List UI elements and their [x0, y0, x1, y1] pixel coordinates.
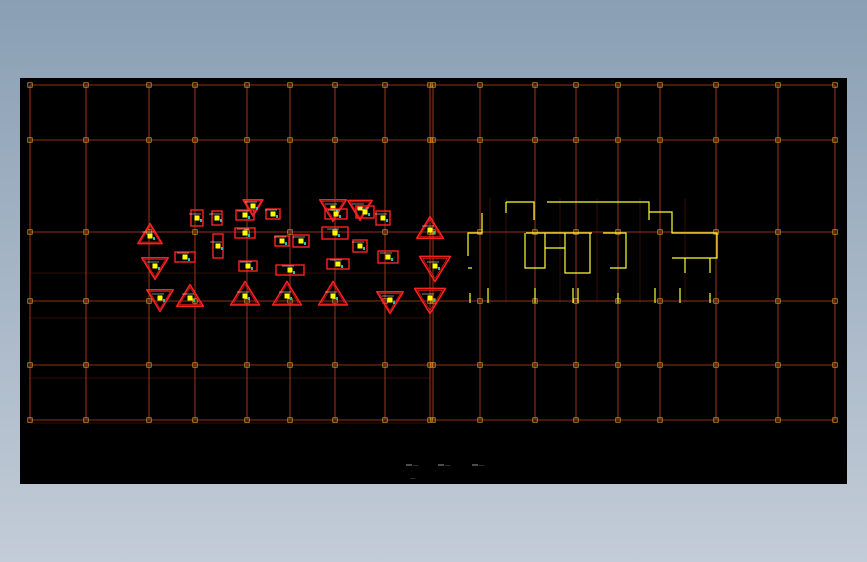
pile-cap	[141, 256, 169, 281]
pile-accent-mark	[293, 271, 295, 274]
pile-cap	[209, 210, 223, 226]
pile-marker	[242, 293, 248, 299]
legend-item-label: ———	[413, 463, 419, 467]
pile-caps	[137, 198, 452, 315]
pile-marker	[187, 295, 193, 301]
pile-marker	[298, 238, 304, 244]
pile-cap	[377, 250, 399, 264]
pile-accent-mark	[276, 215, 278, 218]
pile-cap	[210, 233, 224, 259]
pile-marker	[380, 215, 386, 221]
pile-cap	[174, 251, 196, 263]
pile-accent-mark	[336, 297, 338, 300]
pile-accent-mark	[368, 213, 370, 216]
legend-item-label: ———	[479, 463, 485, 467]
pile-marker	[215, 243, 221, 249]
pile-accent-mark	[386, 219, 388, 222]
legend-item: ———	[472, 463, 485, 467]
pile-marker	[194, 215, 200, 221]
pile-cap	[375, 290, 405, 315]
pile-accent-mark	[285, 242, 287, 245]
pile-accent-mark	[193, 299, 195, 302]
pile-accent-mark	[188, 258, 190, 261]
pile-accent-mark	[341, 265, 343, 268]
core-wall-segment	[603, 232, 627, 269]
pile-cap	[146, 288, 174, 313]
pile-accent-mark	[256, 207, 258, 210]
pile-marker	[335, 261, 341, 267]
pile-marker	[432, 263, 438, 269]
pile-marker	[279, 238, 285, 244]
pile-accent-mark	[304, 242, 306, 245]
core-wall-segment	[625, 201, 650, 220]
pile-cap-outline	[418, 255, 452, 283]
pile-cap	[137, 222, 163, 245]
pile-accent-mark	[200, 219, 202, 222]
pile-accent-mark	[338, 234, 340, 237]
pile-marker	[385, 254, 391, 260]
pile-cap	[318, 198, 348, 223]
pile-accent-mark	[391, 258, 393, 261]
core-wall-segment	[506, 201, 535, 220]
pile-cap	[418, 255, 452, 283]
pile-cap	[265, 208, 281, 220]
core-wall-segment	[649, 211, 718, 259]
pile-accent-mark	[220, 219, 222, 222]
pile-marker	[427, 227, 433, 233]
pile-marker	[357, 243, 363, 249]
pile-marker	[333, 211, 339, 217]
pile-cap	[274, 235, 290, 247]
pile-marker	[427, 295, 433, 301]
foundation-plan-drawing: ——— ——— ——— ———	[27, 82, 838, 480]
pile-accent-mark	[438, 267, 440, 270]
pile-marker	[214, 215, 220, 221]
pile-accent-mark	[248, 234, 250, 237]
pile-accent-mark	[221, 247, 223, 250]
pile-marker	[152, 263, 158, 269]
legend-note: ———	[410, 476, 416, 480]
pile-accent-mark	[433, 299, 435, 302]
pile-marker	[332, 230, 338, 236]
pile-marker	[242, 212, 248, 218]
core-wall-segment	[564, 233, 591, 274]
pile-accent-mark	[158, 267, 160, 270]
drawing-legend: ——— ——— ——— ———	[406, 463, 485, 480]
pile-marker	[362, 209, 368, 215]
pile-cap	[375, 210, 391, 226]
axis-grid	[29, 84, 836, 424]
core-wall-outline	[467, 201, 718, 303]
pile-accent-mark	[393, 301, 395, 304]
pile-cap	[189, 209, 204, 227]
legend-item-label: ———	[445, 463, 451, 467]
pile-marker	[270, 211, 276, 217]
pile-cap	[292, 234, 310, 248]
pile-accent-mark	[248, 297, 250, 300]
legend-item: ———	[438, 463, 451, 467]
pile-accent-mark	[433, 231, 435, 234]
pile-marker	[147, 233, 153, 239]
pile-cap	[176, 283, 204, 308]
pile-marker	[330, 293, 336, 299]
pile-accent-mark	[339, 215, 341, 218]
cad-viewport[interactable]: ——— ——— ——— ———	[20, 78, 847, 484]
pile-accent-mark	[248, 216, 250, 219]
pile-marker	[387, 297, 393, 303]
pile-marker	[157, 295, 163, 301]
pile-accent-mark	[163, 299, 165, 302]
pile-marker	[287, 267, 293, 273]
pile-accent-mark	[153, 237, 155, 240]
pile-marker	[250, 203, 256, 209]
pile-cap	[238, 260, 258, 272]
pile-cap	[326, 258, 350, 270]
pile-marker	[182, 254, 188, 260]
pile-accent-mark	[251, 267, 253, 270]
legend-item: ———	[406, 463, 419, 467]
pile-cap	[352, 239, 368, 253]
pile-accent-mark	[363, 247, 365, 250]
pile-marker	[242, 230, 248, 236]
pile-marker	[245, 263, 251, 269]
pile-marker	[284, 293, 290, 299]
pile-accent-mark	[290, 297, 292, 300]
